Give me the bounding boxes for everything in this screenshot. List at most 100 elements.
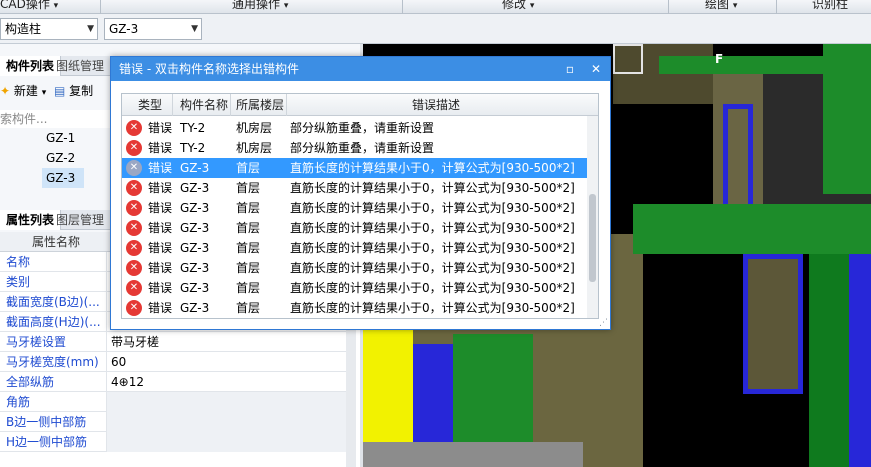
error-row-selected[interactable]: ✕ 错误 GZ-3 首层 直筋长度的计算结果小于0，计算公式为[930-500*… [122, 158, 587, 178]
property-row[interactable]: 马牙槎设置 带马牙槎 [0, 332, 346, 352]
cell-type: 错误 [148, 161, 173, 175]
error-row[interactable]: ✕ 错误 GZ-3 首层 直筋长度的计算结果小于0，计算公式为[930-500*… [122, 198, 587, 218]
column-header-floor[interactable]: 所属楼层 [236, 94, 284, 116]
ribbon-group-cad[interactable]: CAD操作 ▾ [0, 0, 58, 13]
error-row[interactable]: ✕ 错误 GZ-3 首层 直筋长度的计算结果小于0，计算公式为[930-500*… [122, 298, 587, 318]
ribbon-group-general[interactable]: 通用操作 ▾ [232, 0, 288, 13]
chevron-down-icon: ▾ [529, 1, 535, 11]
error-row[interactable]: ✕ 错误 GZ-3 首层 直筋长度的计算结果小于0，计算公式为[930-500*… [122, 278, 587, 298]
column-header-property-name: 属性名称 [32, 235, 81, 249]
ribbon-group-draw[interactable]: 绘图 ▾ [705, 0, 737, 13]
chevron-down-icon: ▾ [53, 1, 59, 11]
tab-label: 属性列表 [6, 213, 55, 227]
error-grid-scrollbar[interactable] [587, 116, 598, 318]
new-component-button[interactable]: ✦ 新建 ▾ [0, 83, 46, 99]
column-header-description[interactable]: 错误描述 [412, 94, 460, 116]
property-row[interactable]: 全部纵筋 4⊕12 [0, 372, 346, 392]
cell-type: 错误 [148, 241, 173, 255]
ribbon-group-label: 修改 [502, 0, 527, 11]
error-icon: ✕ [126, 280, 142, 296]
ribbon-group-label: 识别柱 [812, 0, 849, 11]
divider [776, 0, 777, 14]
column [823, 44, 871, 194]
property-value[interactable] [106, 392, 346, 412]
resize-grip-icon[interactable]: ⋰ [599, 318, 608, 328]
close-button[interactable]: ✕ [585, 57, 607, 81]
error-icon: ✕ [126, 120, 142, 136]
tab-layer-management[interactable]: 图层管理 [50, 210, 110, 230]
close-icon: ✕ [590, 62, 602, 76]
cell-component[interactable]: GZ-3 [180, 158, 209, 178]
error-dialog: 错误 - 双击构件名称选择出错构件 ▫ ✕ 类型 构件名称 所属楼层 错误描述 … [110, 56, 611, 330]
tab-label: 图纸管理 [56, 59, 105, 73]
cell-component[interactable]: GZ-3 [180, 238, 209, 258]
cell-component[interactable]: GZ-3 [180, 298, 209, 318]
property-row[interactable]: H边一侧中部筋 [0, 432, 346, 452]
chevron-down-icon: ▾ [732, 1, 738, 11]
divider [172, 94, 173, 116]
ribbon-group-modify[interactable]: 修改 ▾ [502, 0, 534, 13]
component-type-combo[interactable]: 构造柱 ▼ [0, 18, 98, 40]
cell-component[interactable]: GZ-3 [180, 178, 209, 198]
divider [668, 0, 669, 14]
beam [633, 204, 871, 254]
axis-marker [613, 44, 643, 74]
maximize-button[interactable]: ▫ [559, 57, 581, 81]
scrollbar-thumb[interactable] [589, 194, 596, 282]
cell-description: 部分纵筋重叠，请重新设置 [290, 121, 435, 135]
cell-type: 错误 [148, 141, 173, 155]
cell-component[interactable]: GZ-3 [180, 258, 209, 278]
ribbon-group-identify-column[interactable]: 识别柱 [812, 0, 848, 13]
property-name: 截面宽度(B边)(... [6, 295, 100, 309]
property-row[interactable]: 马牙槎宽度(mm) 60 [0, 352, 346, 372]
property-name: 类别 [6, 275, 31, 289]
property-value[interactable]: 4⊕12 [106, 372, 346, 392]
property-row[interactable]: 角筋 [0, 392, 346, 412]
dialog-title-bar[interactable]: 错误 - 双击构件名称选择出错构件 [111, 57, 610, 81]
error-row[interactable]: ✕ 错误 TY-2 机房层 部分纵筋重叠，请重新设置 [122, 138, 587, 158]
property-value[interactable]: 带马牙槎 [106, 332, 346, 352]
component-name-combo[interactable]: GZ-3 ▼ [104, 18, 202, 40]
cell-floor: 首层 [236, 261, 261, 275]
property-row[interactable]: B边一侧中部筋 [0, 412, 346, 432]
column-header-type[interactable]: 类型 [138, 94, 162, 116]
slab [363, 442, 583, 467]
cell-component[interactable]: GZ-3 [180, 278, 209, 298]
tree-item-gz3[interactable]: GZ-3 [42, 168, 84, 188]
error-row[interactable]: ✕ 错误 GZ-3 首层 直筋长度的计算结果小于0，计算公式为[930-500*… [122, 258, 587, 278]
cell-component[interactable]: GZ-3 [180, 218, 209, 238]
combo-value: 构造柱 [5, 22, 42, 36]
cell-component[interactable]: GZ-3 [180, 198, 209, 218]
column [849, 254, 871, 467]
cell-component[interactable]: TY-2 [180, 118, 205, 138]
cell-type: 错误 [148, 221, 173, 235]
cell-floor: 首层 [236, 201, 261, 215]
component-search-input[interactable]: 索构件... [0, 110, 110, 128]
tree-item-gz2[interactable]: GZ-2 [42, 148, 84, 168]
cell-floor: 首层 [236, 161, 261, 175]
column-header-component[interactable]: 构件名称 [180, 94, 228, 116]
cell-type: 错误 [148, 121, 173, 135]
tree-item-gz1[interactable]: GZ-1 [42, 128, 84, 148]
chevron-down-icon: ▼ [191, 24, 198, 34]
dialog-title: 错误 - 双击构件名称选择出错构件 [119, 62, 299, 76]
cell-floor: 首层 [236, 281, 261, 295]
column-outline [743, 254, 803, 394]
button-label: 复制 [69, 84, 94, 98]
cell-floor: 首层 [236, 241, 261, 255]
error-row[interactable]: ✕ 错误 TY-2 机房层 部分纵筋重叠，请重新设置 [122, 118, 587, 138]
error-icon: ✕ [126, 180, 142, 196]
error-row[interactable]: ✕ 错误 GZ-3 首层 直筋长度的计算结果小于0，计算公式为[930-500*… [122, 238, 587, 258]
cell-description: 直筋长度的计算结果小于0，计算公式为[930-500*2] [290, 221, 575, 235]
copy-component-button[interactable]: ▤ 复制 [54, 83, 93, 99]
property-value[interactable]: 60 [106, 352, 346, 372]
tab-drawing-management[interactable]: 图纸管理 [50, 56, 110, 76]
error-row[interactable]: ✕ 错误 GZ-3 首层 直筋长度的计算结果小于0，计算公式为[930-500*… [122, 218, 587, 238]
cell-type: 错误 [148, 261, 173, 275]
cell-floor: 首层 [236, 181, 261, 195]
property-value[interactable] [106, 412, 346, 432]
cell-component[interactable]: TY-2 [180, 138, 205, 158]
error-row[interactable]: ✕ 错误 GZ-3 首层 直筋长度的计算结果小于0，计算公式为[930-500*… [122, 178, 587, 198]
property-value[interactable] [106, 432, 346, 452]
cell-floor: 机房层 [236, 141, 273, 155]
